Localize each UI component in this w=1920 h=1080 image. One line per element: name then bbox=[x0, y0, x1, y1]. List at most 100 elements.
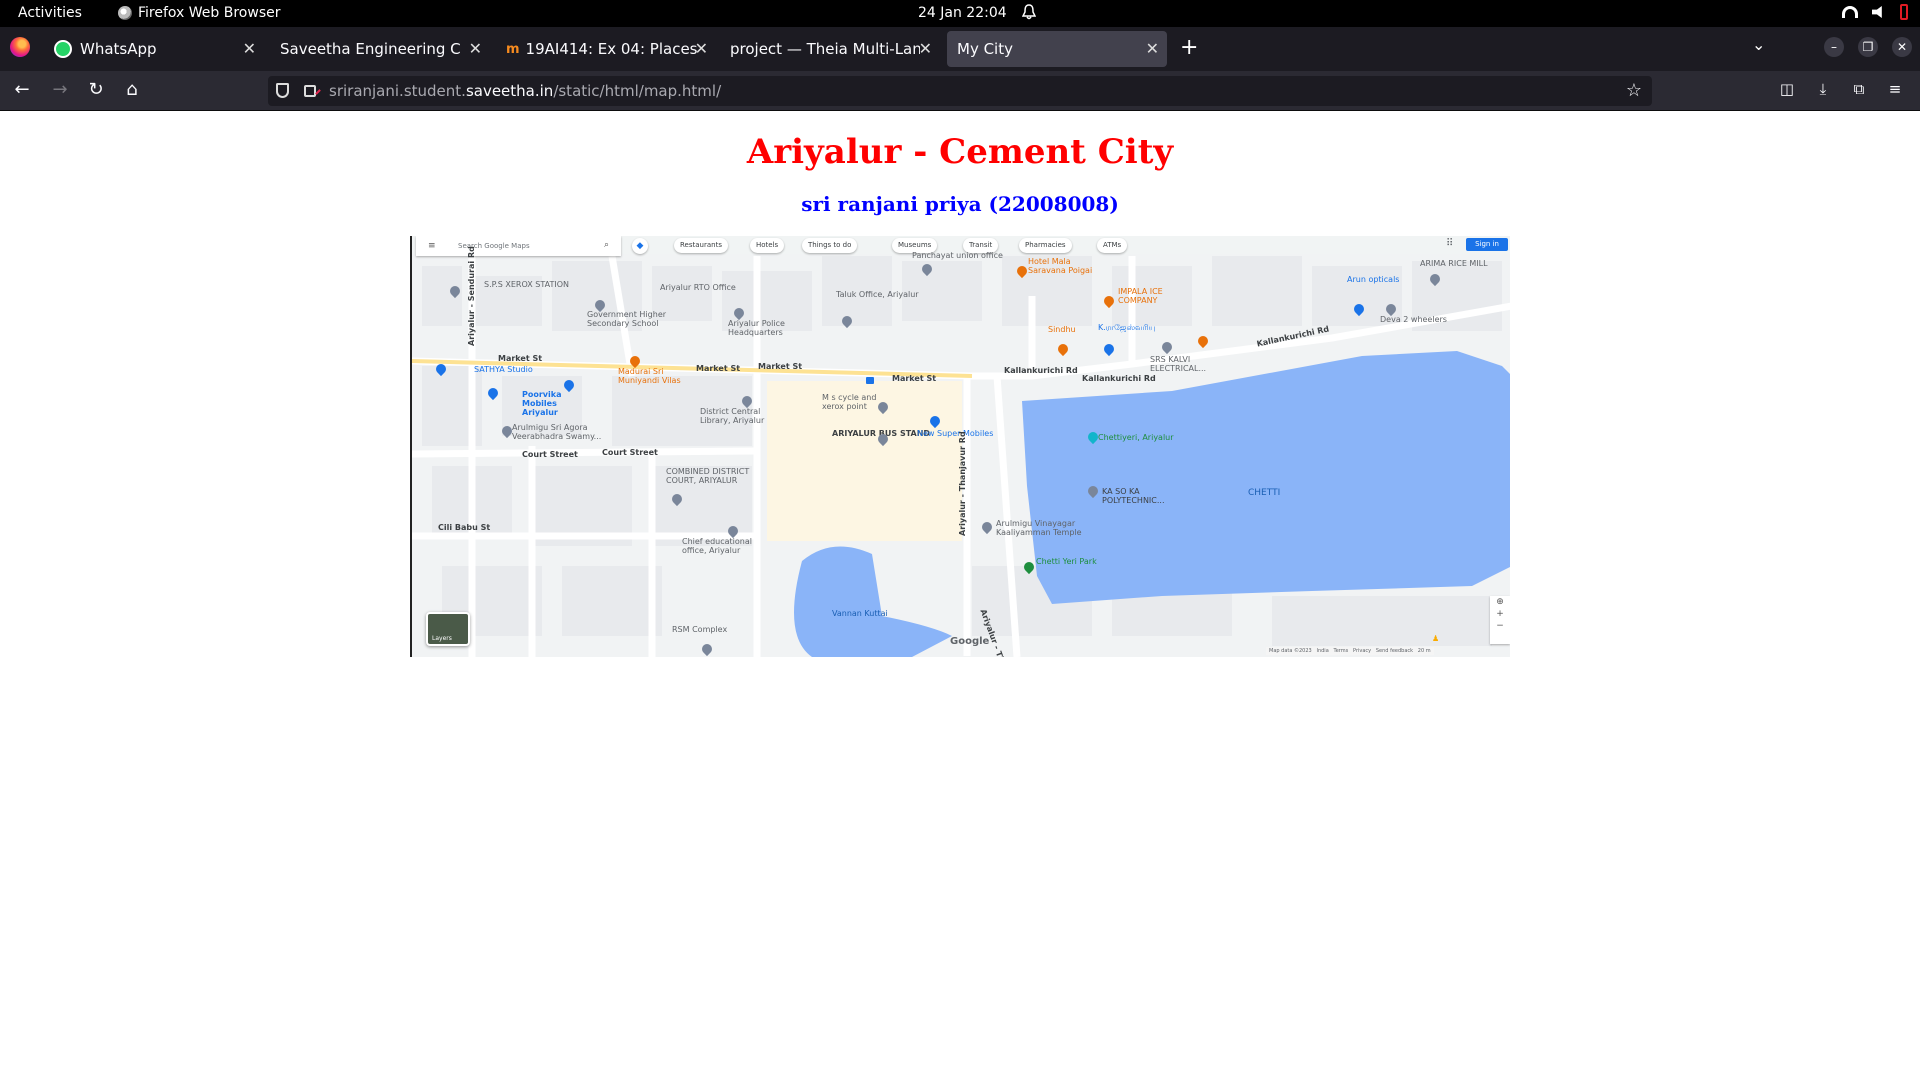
firefox-view-icon[interactable] bbox=[10, 37, 30, 57]
road-label: Court Street bbox=[522, 450, 578, 459]
extensions-icon[interactable]: ⧉ bbox=[1850, 80, 1868, 98]
map-chip-restaurants[interactable]: Restaurants bbox=[674, 238, 728, 253]
map-footer[interactable]: Map data ©2023 India Terms Privacy Send … bbox=[1266, 647, 1434, 655]
map-place-label[interactable]: New Super Mobiles bbox=[917, 429, 993, 439]
map-zoom-controls[interactable]: ⊕ + − bbox=[1490, 596, 1510, 644]
google-apps-grid-icon[interactable]: ⠿ bbox=[1446, 238, 1453, 249]
tab-label: 19AI414: Ex 04: Places Ar bbox=[525, 40, 702, 58]
map-place-label[interactable]: K.ராஜேஸ்வரியு bbox=[1098, 323, 1155, 333]
map-search-box[interactable]: ≡ Search Google Maps ⌕ bbox=[416, 236, 621, 256]
forward-arrow-icon[interactable]: → bbox=[48, 79, 72, 100]
tab-whatsapp[interactable]: WhatsApp ✕ bbox=[44, 31, 264, 67]
close-tab-icon[interactable]: ✕ bbox=[1146, 39, 1159, 58]
map-place-label[interactable]: Arun opticals bbox=[1347, 275, 1399, 285]
firefox-small-icon bbox=[118, 6, 132, 20]
map-place-label[interactable]: IMPALA ICE COMPANY bbox=[1118, 287, 1178, 306]
downloads-icon[interactable]: ⤓ bbox=[1814, 80, 1832, 98]
map-chip-things-to-do[interactable]: Things to do bbox=[802, 238, 858, 253]
list-all-tabs-chevron-icon[interactable]: ⌄ bbox=[1752, 35, 1765, 54]
map-place-label[interactable]: Arulmigu Vinayagar Kaaliyamman Temple bbox=[996, 519, 1086, 538]
close-window-button[interactable]: ✕ bbox=[1892, 37, 1912, 57]
map-place-label[interactable]: Government Higher Secondary School bbox=[587, 310, 677, 329]
map-place-label[interactable]: Deva 2 wheelers bbox=[1380, 315, 1447, 325]
activities-button[interactable]: Activities bbox=[18, 5, 82, 21]
road-label: Court Street bbox=[602, 448, 658, 457]
bookmark-star-icon[interactable]: ☆ bbox=[1626, 80, 1642, 101]
page-subtitle: sri ranjani priya (22008008) bbox=[801, 192, 1119, 216]
map-chip-atms[interactable]: ATMs bbox=[1097, 238, 1128, 253]
pocket-icon[interactable]: ◫ bbox=[1778, 80, 1796, 98]
map-place-label[interactable]: Madurai Sri Muniyandi Vilas bbox=[618, 367, 688, 386]
pegman-icon[interactable]: ♟ bbox=[1432, 634, 1439, 643]
map-place-label[interactable]: RSM Complex bbox=[672, 625, 727, 635]
tracking-protection-shield-icon[interactable] bbox=[276, 83, 289, 98]
map-place-label[interactable]: KA SO KA POLYTECHNIC... bbox=[1102, 487, 1165, 506]
map-place-label[interactable]: Ariyalur RTO Office bbox=[660, 283, 736, 293]
close-tab-icon[interactable]: ✕ bbox=[919, 39, 932, 58]
road-label: Kallankurichi Rd bbox=[1082, 374, 1156, 383]
close-tab-icon[interactable]: ✕ bbox=[469, 39, 482, 58]
map-search-icon[interactable]: ⌕ bbox=[604, 240, 609, 250]
map-chip-pharmacies[interactable]: Pharmacies bbox=[1019, 238, 1072, 253]
page-content: Ariyalur - Cement City sri ranjani priya… bbox=[0, 112, 1920, 1080]
map-place-label[interactable]: Panchayat union office bbox=[912, 251, 1003, 261]
url-text[interactable]: sriranjani.student.saveetha.in/static/ht… bbox=[329, 82, 721, 100]
tab-moodle[interactable]: m 19AI414: Ex 04: Places Ar ✕ bbox=[496, 31, 716, 67]
layers-label: Layers bbox=[432, 635, 452, 642]
navigation-toolbar: ← → ↻ ⌂ sriranjani.student.saveetha.in/s… bbox=[0, 71, 1920, 111]
map-place-label[interactable]: COMBINED DISTRICT COURT, ARIYALUR bbox=[666, 467, 756, 486]
map-directions-icon[interactable]: ◆ bbox=[632, 238, 648, 254]
tab-saveetha[interactable]: Saveetha Engineering Colleg ✕ bbox=[270, 31, 490, 67]
map-menu-icon[interactable]: ≡ bbox=[428, 241, 436, 251]
insecure-lock-icon[interactable] bbox=[304, 85, 316, 97]
map-place-label[interactable]: District Central Library, Ariyalur bbox=[700, 407, 770, 426]
app-name: Firefox Web Browser bbox=[138, 5, 281, 21]
notification-bell-icon[interactable] bbox=[1022, 4, 1036, 20]
home-icon[interactable]: ⌂ bbox=[120, 79, 144, 100]
map-place-label[interactable]: Poorvika Mobiles Ariyalur bbox=[522, 390, 592, 417]
tab-my-city[interactable]: My City ✕ bbox=[947, 31, 1167, 67]
tab-theia[interactable]: project — Theia Multi-Langu ✕ bbox=[720, 31, 940, 67]
map-place-label[interactable]: Chettiyeri, Ariyalur bbox=[1098, 433, 1174, 443]
tab-label: My City bbox=[957, 40, 1013, 58]
tab-label: project — Theia Multi-Langu bbox=[730, 40, 920, 58]
minimize-button[interactable]: – bbox=[1824, 37, 1844, 57]
clock[interactable]: 24 Jan 22:04 bbox=[918, 5, 1007, 21]
menu-hamburger-icon[interactable]: ≡ bbox=[1886, 80, 1904, 98]
map-place-label[interactable]: SRS KALVI ELECTRICAL... bbox=[1150, 355, 1210, 374]
system-tray[interactable] bbox=[1842, 4, 1908, 20]
map-lake-label: CHETTI bbox=[1248, 488, 1281, 498]
map-place-label[interactable]: S.P.S XEROX STATION bbox=[484, 280, 569, 290]
map-place-label[interactable]: Arulmigu Sri Agora Veerabhadra Swamy... bbox=[512, 423, 632, 442]
map-sign-in-button[interactable]: Sign in bbox=[1466, 238, 1508, 251]
reload-icon[interactable]: ↻ bbox=[84, 79, 108, 100]
bus-stop-icon[interactable] bbox=[866, 377, 874, 384]
map-place-label[interactable]: M s cycle and xerox point bbox=[822, 393, 882, 412]
page-title: Ariyalur - Cement City bbox=[746, 132, 1174, 172]
map-layers-button[interactable]: Layers bbox=[426, 612, 470, 646]
restore-button[interactable]: ❐ bbox=[1858, 37, 1878, 57]
road-label: Ariyalur - Thanjavur Rd bbox=[958, 431, 967, 536]
map-chip-hotels[interactable]: Hotels bbox=[750, 238, 785, 253]
map-place-label[interactable]: Sindhu bbox=[1048, 325, 1076, 335]
close-tab-icon[interactable]: ✕ bbox=[243, 39, 256, 58]
road-label: Market St bbox=[696, 364, 741, 373]
map-place-label[interactable]: Ariyalur Police Headquarters bbox=[728, 319, 798, 338]
map-place-label[interactable]: Chetti Yeri Park bbox=[1036, 557, 1097, 567]
map-place-label[interactable]: SATHYA Studio bbox=[474, 365, 533, 375]
new-tab-button[interactable]: + bbox=[1180, 35, 1198, 60]
map-place-label[interactable]: Taluk Office, Ariyalur bbox=[836, 290, 919, 300]
app-menu[interactable]: Firefox Web Browser bbox=[118, 5, 281, 21]
embedded-google-map[interactable]: ≡ Search Google Maps ⌕ ◆ Restaurants Hot… bbox=[410, 236, 1510, 657]
back-arrow-icon[interactable]: ← bbox=[10, 79, 34, 100]
google-logo: Google bbox=[950, 636, 990, 647]
tab-bar: WhatsApp ✕ Saveetha Engineering Colleg ✕… bbox=[0, 27, 1920, 71]
volume-icon bbox=[1872, 6, 1882, 18]
close-tab-icon[interactable]: ✕ bbox=[695, 39, 708, 58]
address-bar[interactable]: sriranjani.student.saveetha.in/static/ht… bbox=[268, 76, 1652, 106]
map-place-label[interactable]: ARIMA RICE MILL bbox=[1420, 259, 1488, 269]
tab-label: Saveetha Engineering Colleg bbox=[280, 40, 460, 58]
map-place-label[interactable]: Hotel Mala Saravana Poigai bbox=[1028, 257, 1098, 276]
map-place-label[interactable]: Chief educational office, Ariyalur bbox=[682, 537, 762, 556]
map-place-label[interactable]: Vannan Kuttai bbox=[832, 609, 888, 619]
